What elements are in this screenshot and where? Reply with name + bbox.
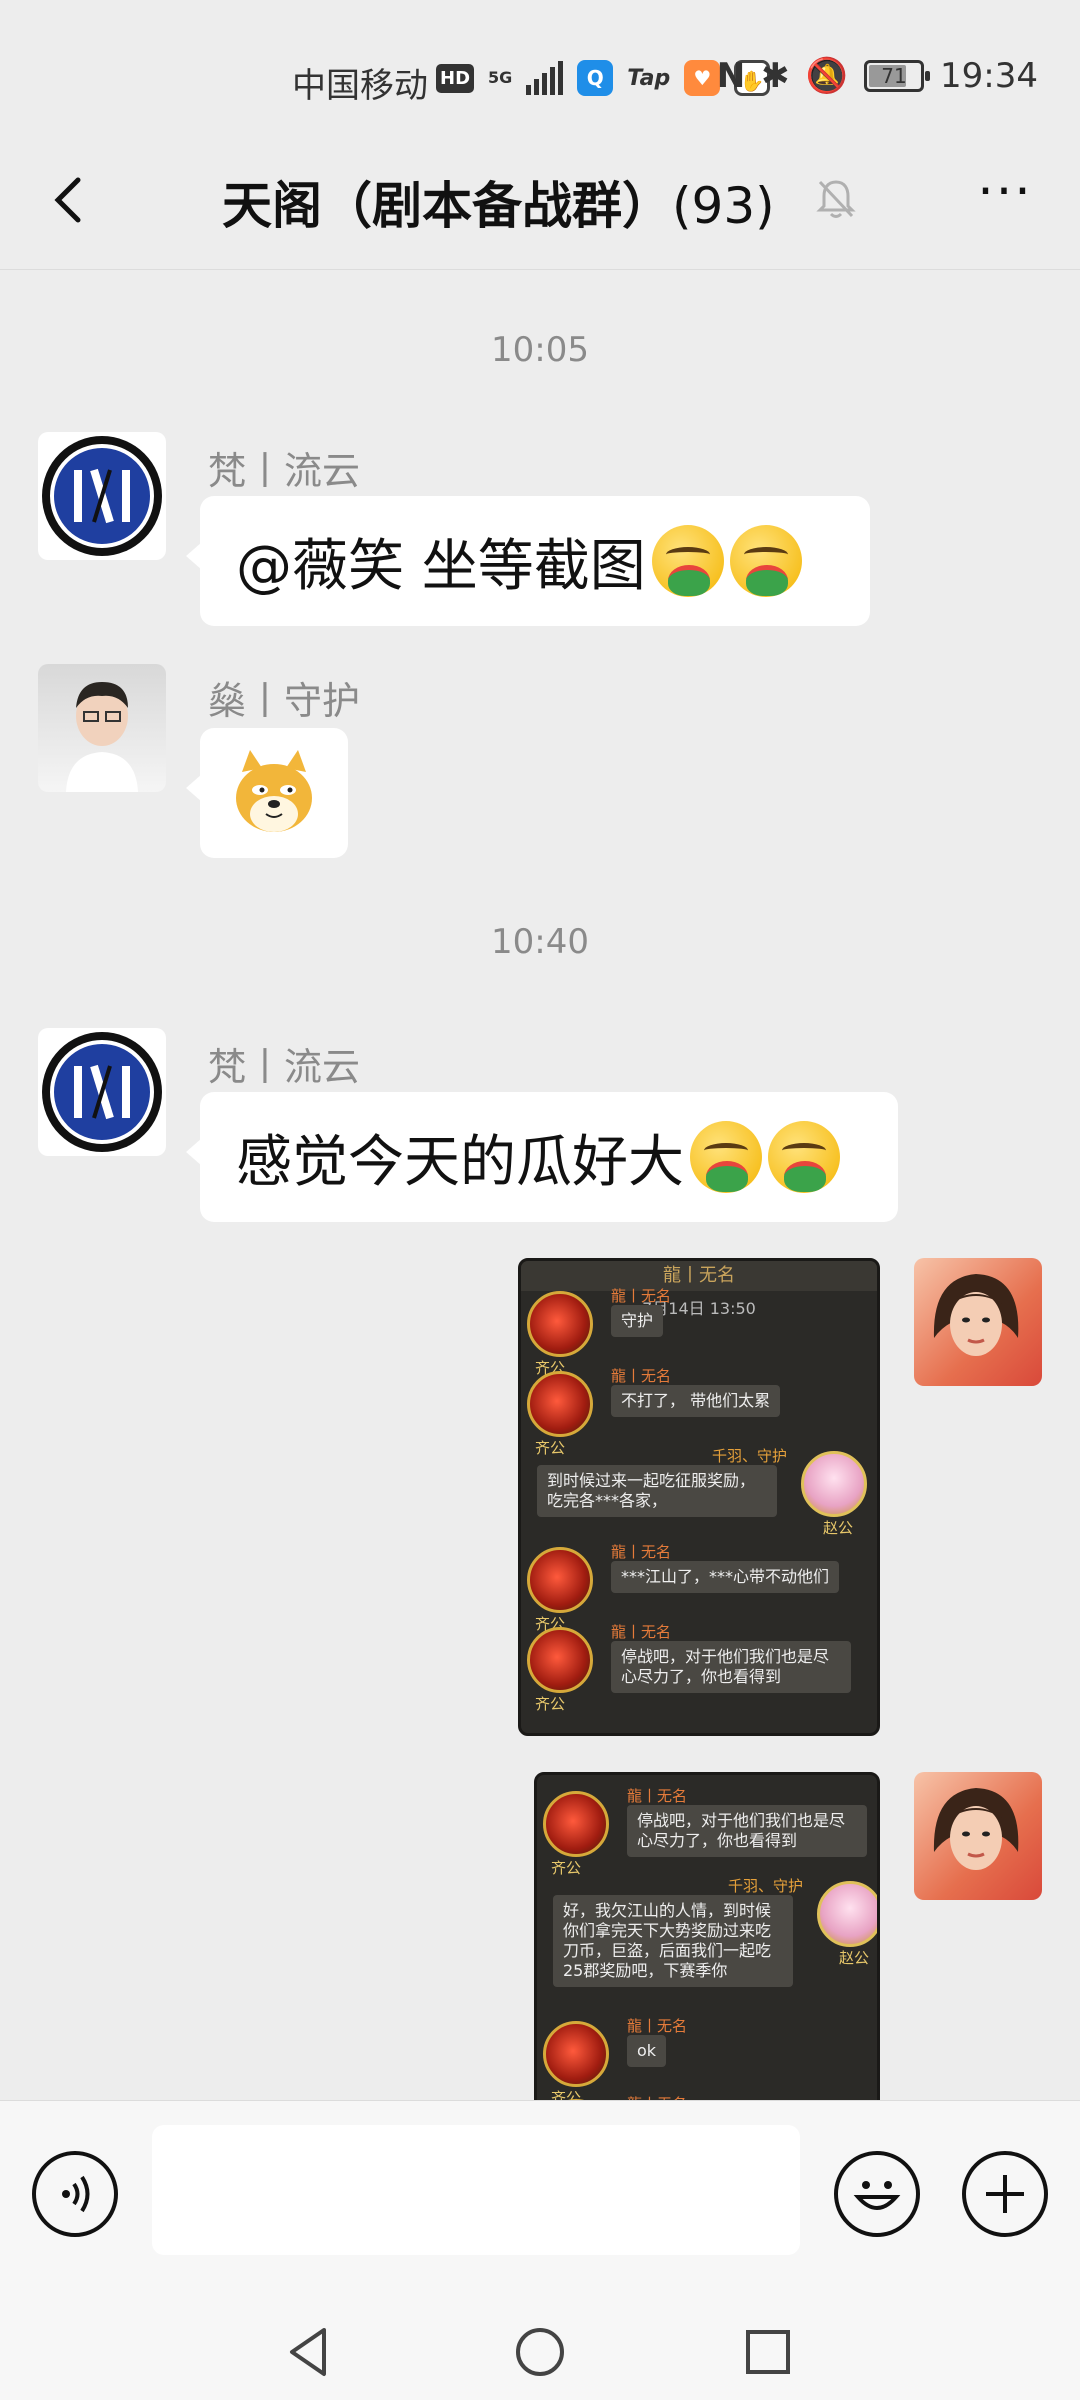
melon-eating-emoji-icon <box>729 525 802 597</box>
game-title-badge: 赵公 <box>838 1949 869 1967</box>
game-sender-name: 龍丨无名 <box>611 1287 672 1305</box>
avatar[interactable] <box>38 1028 166 1156</box>
chat-header: 天阁（剧本备战群）(93) ··· <box>0 130 1080 270</box>
signal-icon <box>526 61 564 95</box>
chevron-left-icon <box>54 177 81 223</box>
game-sender-name: 龍丨无名 <box>611 1543 672 1561</box>
game-title-badge: 赵公 <box>822 1519 853 1537</box>
game-avatar-icon <box>543 2021 609 2087</box>
game-avatar-icon <box>527 1371 593 1437</box>
game-chat-row: 千羽、守护 好，我欠江山的人情，到时候你们拿完天下大势奖励过来吃刀币，巨盗，后面我… <box>543 1877 877 1987</box>
game-sender-name: 龍丨无名 <box>627 2017 688 2035</box>
chat-title: 天阁（剧本备战群）(93) <box>222 166 775 238</box>
inter-logo-icon <box>42 1032 162 1152</box>
game-chat-row: 千羽、守护 到时候过来一起吃征服奖励，吃完各***各家， 赵公 <box>527 1447 867 1543</box>
message-bubble[interactable]: 感觉今天的瓜好大 <box>186 1092 898 1222</box>
game-chat-row: 齐公 龍丨无名 不打了， 带他们太累 <box>527 1367 867 1463</box>
game-sender-name: 龍丨无名 <box>627 1787 688 1805</box>
nav-recents-icon[interactable] <box>738 2322 798 2382</box>
game-avatar-icon <box>527 1291 593 1357</box>
bell-mute-icon <box>816 180 856 218</box>
timestamp: 10:40 <box>491 922 589 962</box>
woman-avatar-icon <box>933 1274 1019 1356</box>
image-message[interactable]: 齐公 龍丨无名 停战吧，对于他们我们也是尽心尽力了，你也看得到 千羽、守护 好，我欠江山… <box>534 1772 880 2112</box>
game-sender-name: 千羽、守护 <box>727 1877 803 1895</box>
game-chat-row: 齐公 龍丨无名 守护 <box>527 1287 867 1383</box>
inter-logo-icon <box>42 436 162 556</box>
clock: 19:34 <box>940 56 1038 96</box>
person-avatar-icon <box>66 682 138 792</box>
doge-sticker-icon <box>236 750 312 832</box>
input-bar <box>0 2100 1080 2300</box>
voice-input-button[interactable] <box>32 2151 118 2237</box>
game-sender-name: 千羽、守护 <box>711 1447 787 1465</box>
carrier-name: 中国移动 <box>292 66 428 106</box>
more-options-button[interactable]: ··· <box>970 166 1040 230</box>
group-name: 天阁（剧本备战群） <box>222 177 672 235</box>
game-app-icon: ♥ <box>684 60 721 96</box>
avatar[interactable] <box>38 432 166 560</box>
game-sender-name: 龍丨无名 <box>611 1623 672 1641</box>
melon-eating-emoji-icon <box>690 1121 762 1193</box>
hd-icon: HD <box>436 63 475 93</box>
woman-avatar-icon <box>933 1788 1019 1870</box>
my-avatar[interactable] <box>914 1772 1042 1900</box>
nav-back-icon[interactable] <box>278 2322 338 2382</box>
game-message-text: 守护 <box>611 1305 664 1337</box>
message-input[interactable] <box>152 2125 800 2255</box>
melon-eating-emoji-icon <box>651 525 724 597</box>
game-message-text: 好，我欠江山的人情，到时候你们拿完天下大势奖励过来吃刀币，巨盗，后面我们一起吃2… <box>553 1895 793 1987</box>
game-message-text: 到时候过来一起吃征服奖励，吃完各***各家， <box>537 1465 777 1517</box>
image-chat-title: 龍丨无名 <box>521 1261 877 1291</box>
game-avatar-icon <box>817 1881 877 1947</box>
search-app-icon: Q <box>577 60 614 96</box>
sender-name: 梵丨流云 <box>208 1045 361 1089</box>
battery-icon: 71 <box>864 60 931 92</box>
game-message-text: ***江山了，***心带不动他们 <box>611 1561 840 1593</box>
taptap-icon: Tap <box>627 65 671 91</box>
message-bubble[interactable]: @薇笑 坐等截图 <box>186 496 870 626</box>
my-avatar[interactable] <box>914 1258 1042 1386</box>
plus-icon <box>986 2175 1024 2213</box>
image-message[interactable]: 龍丨无名 7月14日 13:50 齐公 龍丨无名 守护 齐公 龍丨无名 不打了， 带他们太… <box>518 1258 880 1736</box>
game-chat-row: 齐公 龍丨无名 停战吧，对于他们我们也是尽心尽力了，你也看得到 <box>543 1787 877 1883</box>
network-type: 5G <box>488 68 513 87</box>
timestamp: 10:05 <box>491 330 589 370</box>
sender-name: 梵丨流云 <box>208 449 361 493</box>
smiley-icon <box>853 2181 901 2210</box>
game-title-badge: 齐公 <box>551 1859 582 1877</box>
battery-level: 71 <box>881 64 907 88</box>
game-chat-row: 齐公 龍丨无名 停战吧，对于他们我们也是尽心尽力了，你也看得到 <box>527 1623 867 1719</box>
game-avatar-icon <box>527 1547 593 1613</box>
back-button[interactable] <box>40 170 100 230</box>
game-sender-name: 龍丨无名 <box>611 1367 672 1385</box>
game-avatar-icon <box>801 1451 867 1517</box>
game-avatar-icon <box>527 1627 593 1693</box>
sticker-bubble[interactable] <box>186 728 348 858</box>
system-nav-bar <box>0 2300 1080 2400</box>
status-right: N ✱ 🔕 71 19:34 <box>717 56 1038 96</box>
bluetooth-icon: ✱ <box>761 56 790 96</box>
voice-icon <box>62 2175 90 2213</box>
game-avatar-icon <box>543 1791 609 1857</box>
game-message-text: 停战吧，对于他们我们也是尽心尽力了，你也看得到 <box>627 1805 867 1857</box>
more-functions-button[interactable] <box>962 2151 1048 2237</box>
avatar[interactable] <box>38 664 166 792</box>
game-message-text: 停战吧，对于他们我们也是尽心尽力了，你也看得到 <box>611 1641 851 1693</box>
game-message-text: ok <box>627 2035 667 2067</box>
emoji-button[interactable] <box>834 2151 920 2237</box>
game-chat-row: 齐公 龍丨无名 ***江山了，***心带不动他们 <box>527 1543 867 1639</box>
member-count: (93) <box>672 177 775 235</box>
game-title-badge: 齐公 <box>535 1695 566 1713</box>
game-message-text: 不打了， 带他们太累 <box>611 1385 781 1417</box>
sender-name: 燊丨守护 <box>208 679 361 723</box>
nav-home-icon[interactable] <box>510 2322 570 2382</box>
message-text: 感觉今天的瓜好大 <box>236 1129 684 1195</box>
melon-eating-emoji-icon <box>768 1121 840 1193</box>
nfc-icon: N <box>716 56 746 96</box>
bell-mute-icon: 🔕 <box>805 56 849 96</box>
message-text: @薇笑 坐等截图 <box>236 533 646 599</box>
